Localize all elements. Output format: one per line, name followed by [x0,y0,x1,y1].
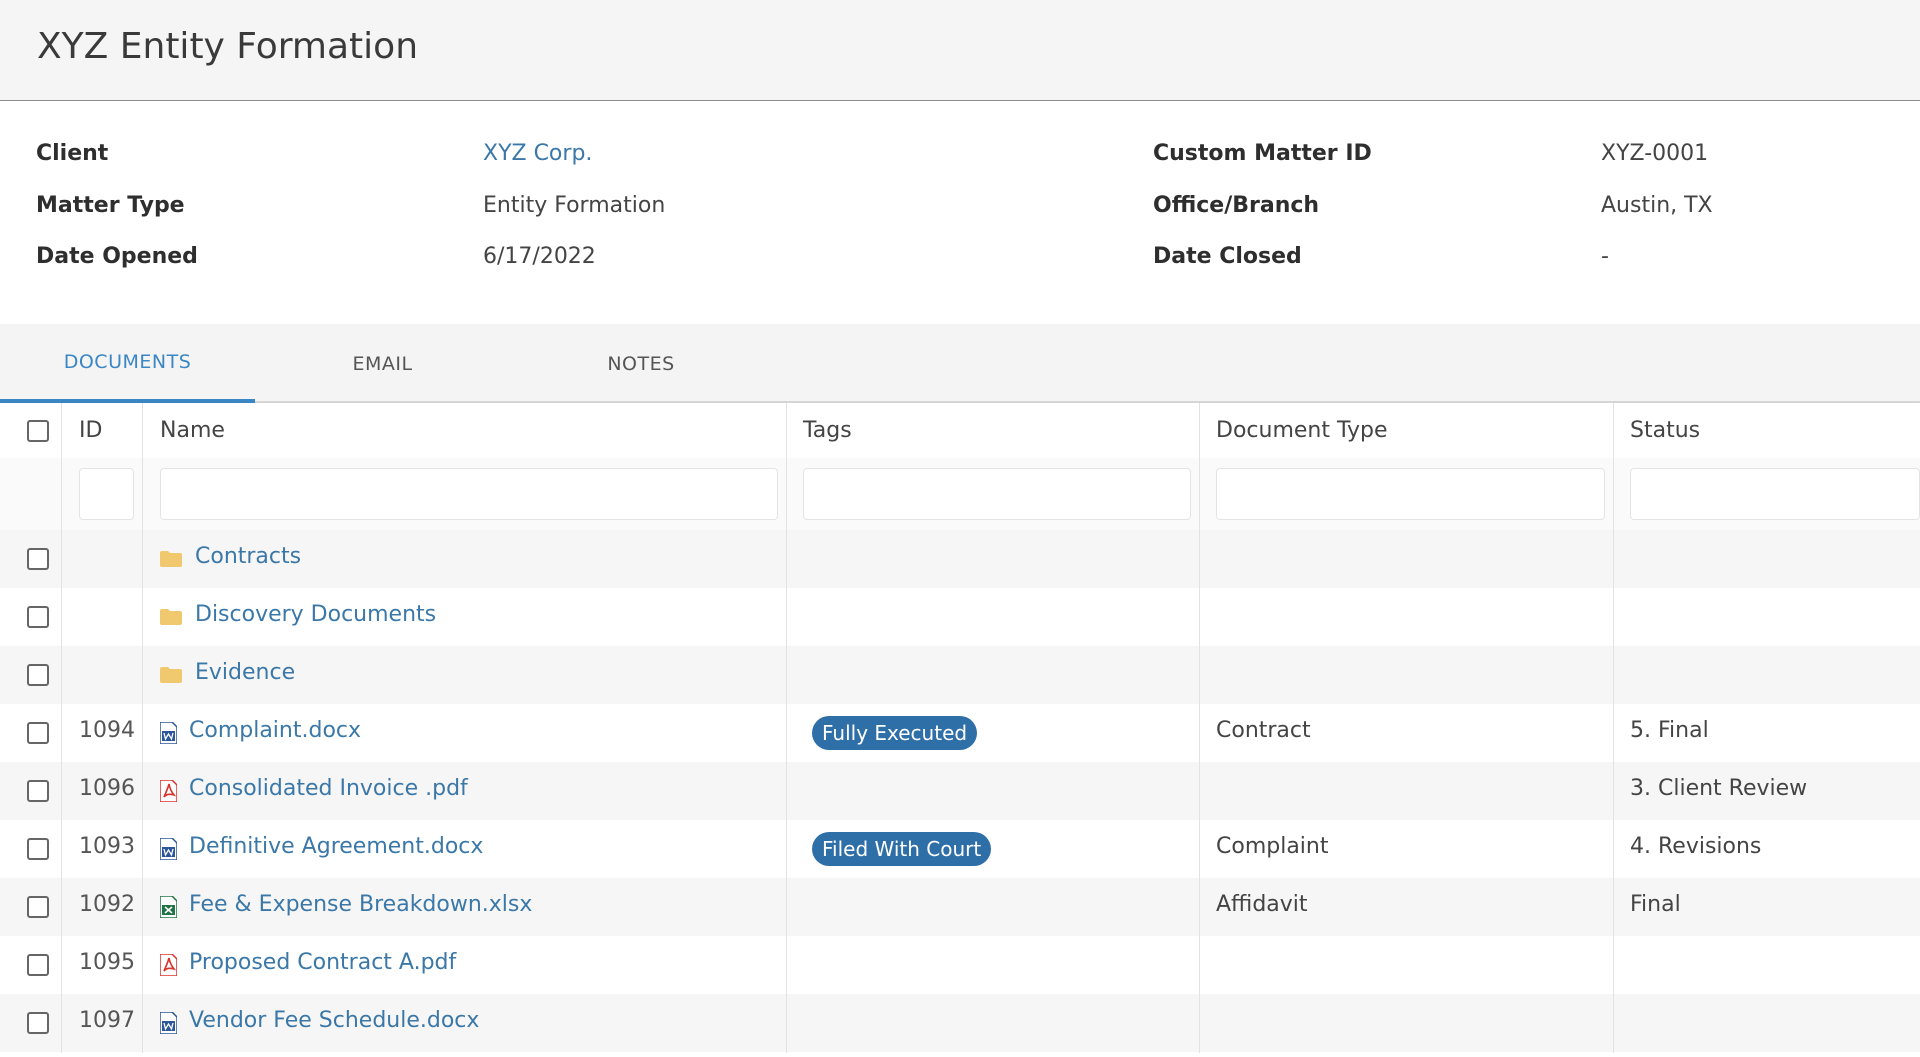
select-all-checkbox[interactable] [27,420,49,442]
custom-matter-id-value: XYZ-0001 [1601,141,1709,166]
client-label: Client [36,141,109,166]
document-type-value: Complaint [1216,834,1329,859]
row-select-checkbox[interactable] [27,780,49,802]
status-filter-input[interactable] [1630,468,1920,520]
row-select-checkbox[interactable] [27,954,49,976]
document-row[interactable]: 1093 Definitive Agreement.docx Filed With … [0,820,1920,878]
folder-row[interactable]: Discovery Documents [0,588,1920,646]
column-divider [786,403,787,1053]
document-type-value: Affidavit [1216,892,1308,917]
id-filter-input[interactable] [79,468,134,520]
folder-icon [160,609,182,625]
folder-icon [160,667,182,683]
document-name-link[interactable]: Consolidated Invoice .pdf [189,776,468,801]
status-value: 4. Revisions [1630,834,1762,859]
matter-type-value: Entity Formation [483,193,666,218]
document-name-link[interactable]: Vendor Fee Schedule.docx [189,1008,479,1033]
folder-row[interactable]: Evidence [0,646,1920,704]
column-divider [61,403,62,1053]
matter-type-label: Matter Type [36,193,185,218]
row-select-checkbox[interactable] [27,664,49,686]
document-type-filter-input[interactable] [1216,468,1605,520]
document-name-link[interactable]: Proposed Contract A.pdf [189,950,456,975]
custom-matter-id-label: Custom Matter ID [1153,141,1372,166]
column-header-tags[interactable]: Tags [803,418,852,443]
document-id: 1096 [79,776,135,801]
pdf-file-icon [159,953,178,977]
date-closed-value: - [1601,244,1609,269]
document-row[interactable]: 1096 Consolidated Invoice .pdf 3. Client R… [0,762,1920,820]
client-link[interactable]: XYZ Corp. [483,141,592,166]
folder-icon [160,551,182,567]
document-row[interactable]: 1092 Fee & Expense Breakdown.xlsx Affidavi… [0,878,1920,936]
tab-documents[interactable]: DOCUMENTS [0,324,255,403]
column-header-id[interactable]: ID [79,418,102,443]
date-opened-value: 6/17/2022 [483,244,596,269]
tag-badge[interactable]: Filed With Court [812,832,992,866]
column-divider [142,403,143,1053]
filter-row [0,458,1920,530]
document-type-value: Contract [1216,718,1311,743]
row-select-checkbox[interactable] [27,1012,49,1034]
document-name-link[interactable]: Definitive Agreement.docx [189,834,483,859]
row-select-checkbox[interactable] [27,722,49,744]
document-id: 1092 [79,892,135,917]
folder-name-link[interactable]: Discovery Documents [195,602,436,627]
tab-email[interactable]: EMAIL [255,324,510,403]
document-id: 1094 [79,718,135,743]
tab-notes[interactable]: NOTES [510,324,772,403]
document-row[interactable]: 1097 Vendor Fee Schedule.docx [0,994,1920,1052]
word-file-icon [159,1011,178,1035]
tags-filter-input[interactable] [803,468,1191,520]
word-file-icon [159,837,178,861]
row-select-checkbox[interactable] [27,548,49,570]
date-closed-label: Date Closed [1153,244,1302,269]
document-id: 1093 [79,834,135,859]
status-value: 3. Client Review [1630,776,1808,801]
folder-name-link[interactable]: Evidence [195,660,295,685]
status-value: 5. Final [1630,718,1709,743]
row-select-checkbox[interactable] [27,838,49,860]
document-row[interactable]: 1094 Complaint.docx Fully Executed Contract… [0,704,1920,762]
row-select-checkbox[interactable] [27,896,49,918]
date-opened-label: Date Opened [36,244,198,269]
matter-info-panel: Client XYZ Corp. Matter Type Entity Form… [0,0,1920,323]
column-header-document-type[interactable]: Document Type [1216,418,1388,443]
document-id: 1095 [79,950,135,975]
tag-badge[interactable]: Fully Executed [812,716,978,750]
pdf-file-icon [159,779,178,803]
column-header-name[interactable]: Name [160,418,225,443]
folder-row[interactable]: Contracts [0,530,1920,588]
tab-bar: DOCUMENTS EMAIL NOTES [0,324,1920,403]
word-file-icon [159,721,178,745]
document-id: 1097 [79,1008,135,1033]
office-branch-value: Austin, TX [1601,193,1713,218]
grid-header-row: ID Name Tags Document Type Status [0,403,1920,458]
name-filter-input[interactable] [160,468,778,520]
office-branch-label: Office/Branch [1153,193,1320,218]
document-row[interactable]: 1095 Proposed Contract A.pdf [0,936,1920,994]
column-divider [1613,403,1614,1053]
document-name-link[interactable]: Fee & Expense Breakdown.xlsx [189,892,532,917]
status-value: Final [1630,892,1681,917]
document-name-link[interactable]: Complaint.docx [189,718,361,743]
column-divider [1199,403,1200,1053]
column-header-status[interactable]: Status [1630,418,1700,443]
row-select-checkbox[interactable] [27,606,49,628]
excel-file-icon [159,895,178,919]
folder-name-link[interactable]: Contracts [195,544,301,569]
